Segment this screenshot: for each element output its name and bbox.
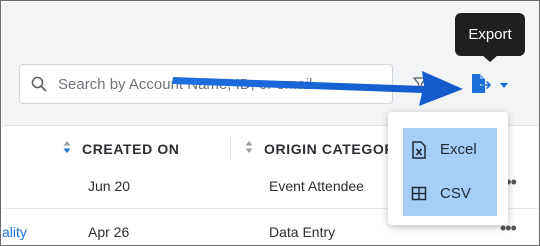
origin-category-cell: Event Attendee [269, 178, 364, 194]
export-file-icon [472, 74, 508, 93]
export-excel-option[interactable]: Excel [403, 128, 497, 172]
sort-icon[interactable] [245, 140, 253, 154]
export-option-label: Excel [440, 141, 477, 158]
excel-file-icon [412, 141, 426, 159]
export-option-label: CSV [440, 185, 471, 202]
search-icon [31, 76, 47, 92]
created-on-cell: Apr 26 [88, 224, 130, 240]
column-header-origin-category[interactable]: ORIGIN CATEGORY [264, 141, 404, 157]
account-name-link[interactable]: ality [2, 224, 27, 240]
sort-icon[interactable] [63, 140, 71, 154]
column-header-created-on[interactable]: CREATED ON [82, 141, 180, 157]
export-dropdown-menu: Excel CSV [388, 112, 508, 225]
filter-icon[interactable] [412, 75, 428, 91]
created-on-cell: Jun 20 [88, 178, 131, 194]
column-divider [230, 137, 231, 159]
search-input[interactable] [58, 72, 388, 96]
search-box[interactable] [19, 64, 393, 104]
tooltip-pointer [482, 55, 498, 62]
export-tooltip: Export [455, 13, 525, 56]
export-button[interactable] [469, 72, 513, 96]
export-csv-option[interactable]: CSV [403, 172, 497, 216]
caret-down-icon [500, 83, 508, 88]
export-options-list: Excel CSV [403, 128, 497, 216]
screenshot-frame: Export CREATED ON ORIGIN CATEGORY Jun 20… [0, 0, 540, 246]
origin-category-cell: Data Entry [269, 224, 336, 240]
table-grid-icon [411, 186, 427, 201]
